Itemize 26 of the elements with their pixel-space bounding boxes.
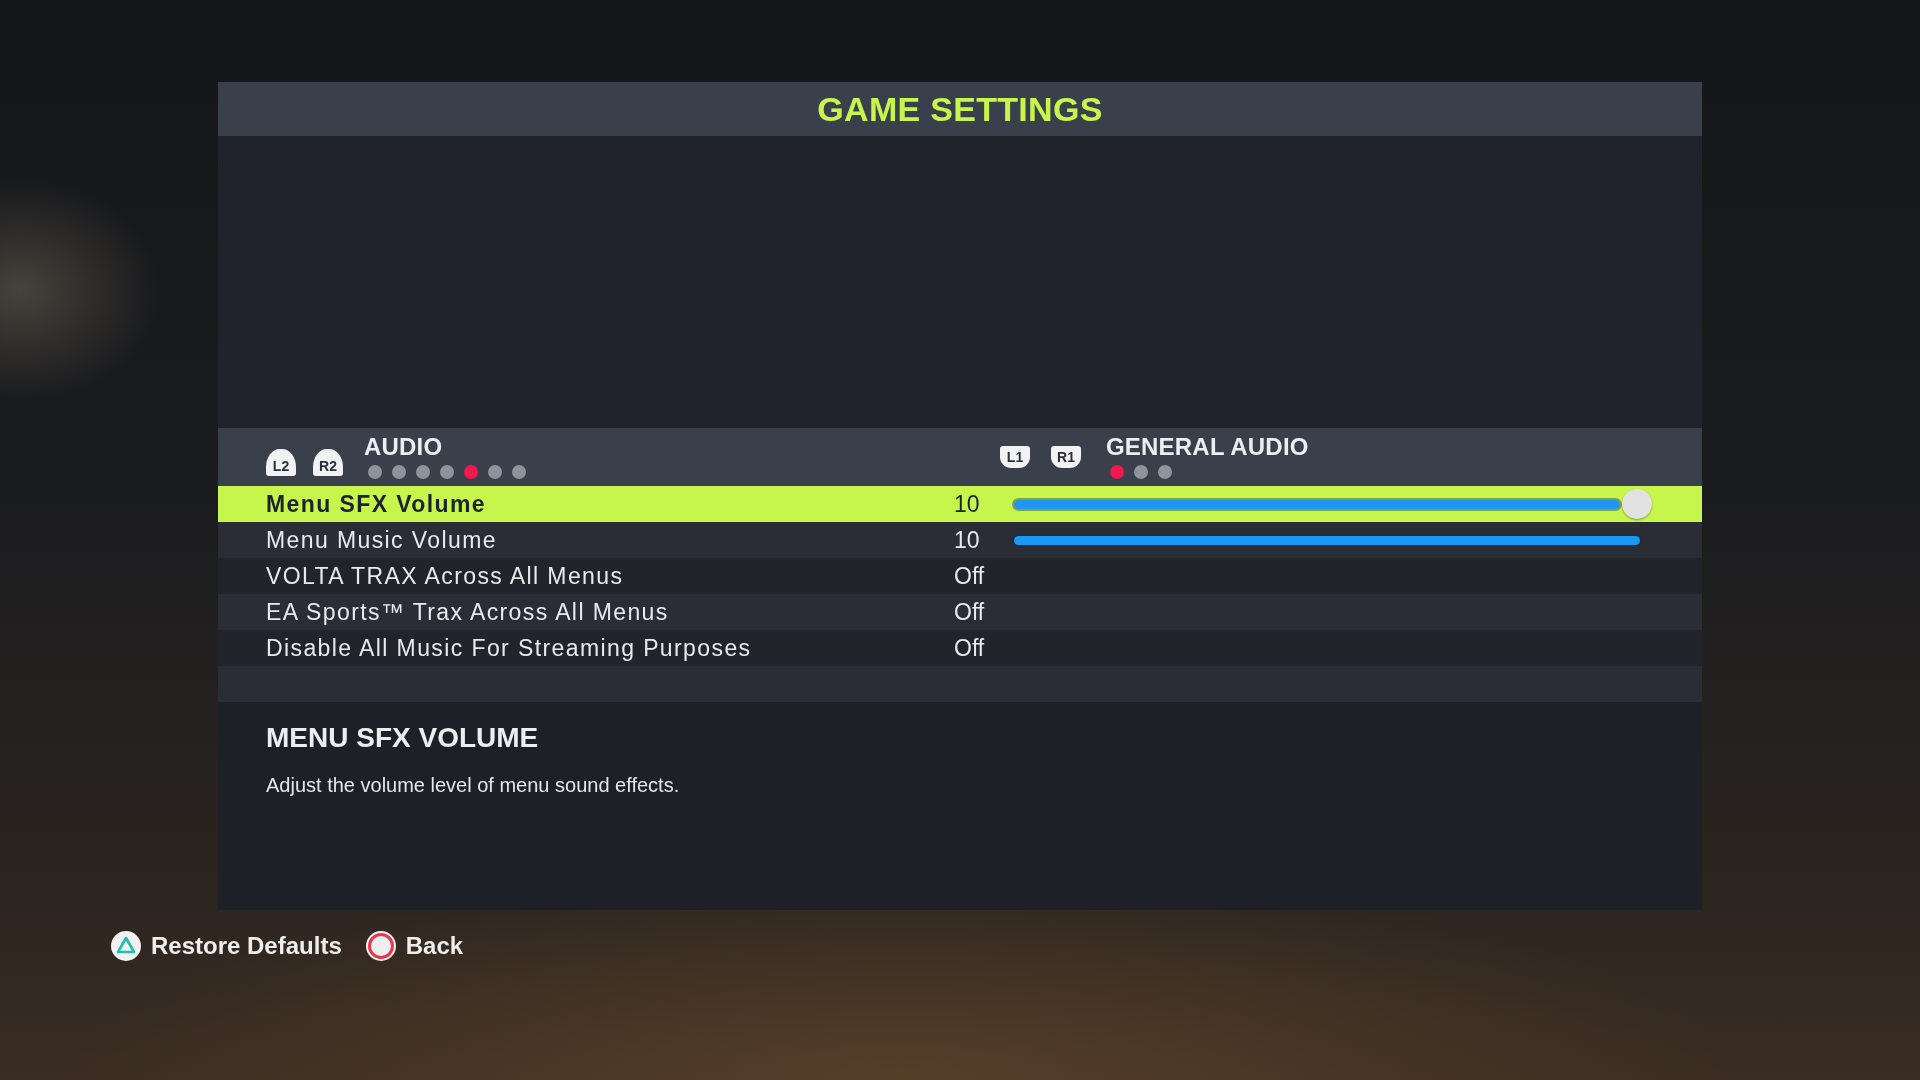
setting-value: Off (954, 564, 985, 588)
setting-label: VOLTA TRAX Across All Menus (266, 564, 624, 588)
setting-value: 10 (954, 492, 980, 516)
setting-label: EA Sports™ Trax Across All Menus (266, 600, 669, 624)
slider-knob[interactable] (1622, 489, 1652, 519)
setting-label: Menu SFX Volume (266, 492, 486, 516)
setting-value: Off (954, 636, 985, 660)
category-label: AUDIO (364, 435, 444, 459)
bumper-key[interactable]: L1 (1000, 446, 1030, 468)
description-text: Adjust the volume level of menu sound effects. (266, 772, 680, 797)
trigger-key[interactable]: R2 (313, 448, 343, 476)
selected-setting-row[interactable]: Menu SFX Volume 10 (218, 486, 1702, 522)
back-button[interactable]: Back (365, 931, 464, 961)
setting-row[interactable]: Menu Music Volume 10 (218, 522, 1702, 558)
setting-value: 10 (954, 528, 980, 552)
trigger-key[interactable]: L2 (266, 448, 296, 476)
setting-label: Menu Music Volume (266, 528, 497, 552)
restore-defaults-button[interactable]: Restore Defaults (111, 931, 342, 961)
setting-row[interactable]: EA Sports™ Trax Across All Menus Off (218, 594, 1702, 630)
screen-title: GAME SETTINGS (817, 92, 1103, 126)
setting-label: Disable All Music For Streaming Purposes (266, 636, 752, 660)
category-label: GENERAL AUDIO (1106, 435, 1309, 459)
bumper-key[interactable]: R1 (1051, 446, 1081, 468)
description-title: MENU SFX VOLUME (266, 723, 539, 754)
setting-value: Off (954, 600, 985, 624)
circle-icon (365, 931, 396, 961)
